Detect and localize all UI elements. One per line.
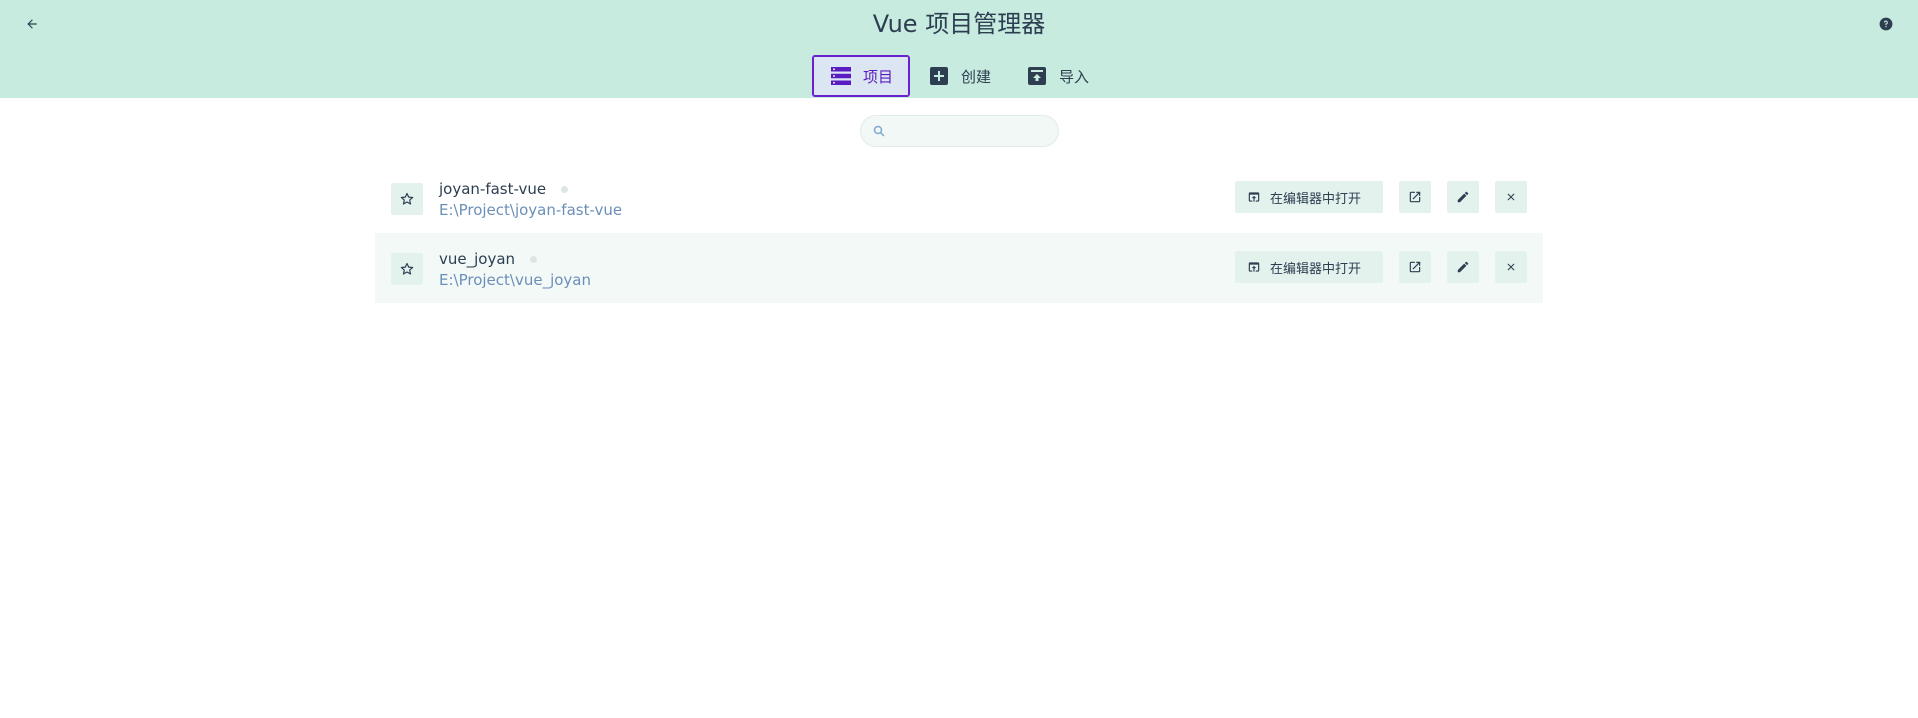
- tab-label: 项目: [863, 67, 894, 86]
- external-link-icon: [1408, 260, 1422, 274]
- star-outline-icon: [400, 262, 414, 276]
- project-name: joyan-fast-vue: [439, 180, 547, 198]
- status-dot: [561, 186, 569, 193]
- open-in-editor-button[interactable]: 在编辑器中打开: [1235, 181, 1383, 213]
- close-icon: [1505, 261, 1517, 273]
- edit-project-button[interactable]: [1447, 251, 1479, 283]
- remove-project-button[interactable]: [1495, 251, 1527, 283]
- plus-box-icon: [929, 66, 949, 86]
- project-path: E:\Project\vue_joyan: [439, 271, 591, 289]
- project-info: joyan-fast-vue E:\Project\joyan-fast-vue: [439, 179, 622, 220]
- pencil-icon: [1456, 260, 1470, 274]
- list-icon: [831, 66, 851, 86]
- tab-label: 导入: [1059, 67, 1090, 86]
- status-dot: [530, 256, 538, 263]
- tab-import[interactable]: 导入: [1008, 55, 1106, 97]
- project-row[interactable]: joyan-fast-vue E:\Project\joyan-fast-vue…: [375, 163, 1543, 233]
- app-title: Vue 项目管理器: [872, 10, 1046, 38]
- external-link-icon: [1408, 190, 1422, 204]
- tab-create[interactable]: 创建: [910, 55, 1008, 97]
- favorite-button[interactable]: [391, 183, 423, 215]
- remove-project-button[interactable]: [1495, 181, 1527, 213]
- search-input[interactable]: [891, 116, 1051, 146]
- help-button[interactable]: [1874, 12, 1898, 36]
- top-header: Vue 项目管理器 项目 创建 导入: [0, 0, 1918, 98]
- main-tabs: 项目 创建 导入: [812, 55, 1106, 97]
- search-box: [860, 115, 1059, 147]
- project-info: vue_joyan E:\Project\vue_joyan: [439, 249, 591, 290]
- search-icon: [873, 125, 885, 137]
- help-circle-icon: [1879, 17, 1893, 31]
- favorite-button[interactable]: [391, 253, 423, 285]
- open-in-app-icon: [1247, 190, 1261, 204]
- star-outline-icon: [400, 192, 414, 206]
- edit-project-button[interactable]: [1447, 181, 1479, 213]
- project-row[interactable]: vue_joyan E:\Project\vue_joyan 在编辑器中打开: [375, 233, 1543, 303]
- open-in-editor-button[interactable]: 在编辑器中打开: [1235, 251, 1383, 283]
- open-project-button[interactable]: [1399, 251, 1431, 283]
- open-in-editor-label: 在编辑器中打开: [1270, 191, 1362, 207]
- open-project-button[interactable]: [1399, 181, 1431, 213]
- open-in-app-icon: [1247, 260, 1261, 274]
- tab-projects[interactable]: 项目: [812, 55, 911, 97]
- import-box-icon: [1027, 66, 1047, 86]
- project-list: joyan-fast-vue E:\Project\joyan-fast-vue…: [375, 163, 1543, 303]
- pencil-icon: [1456, 190, 1470, 204]
- tab-label: 创建: [961, 67, 992, 86]
- project-name: vue_joyan: [439, 250, 516, 268]
- close-icon: [1505, 191, 1517, 203]
- open-in-editor-label: 在编辑器中打开: [1270, 261, 1362, 277]
- project-path: E:\Project\joyan-fast-vue: [439, 201, 623, 219]
